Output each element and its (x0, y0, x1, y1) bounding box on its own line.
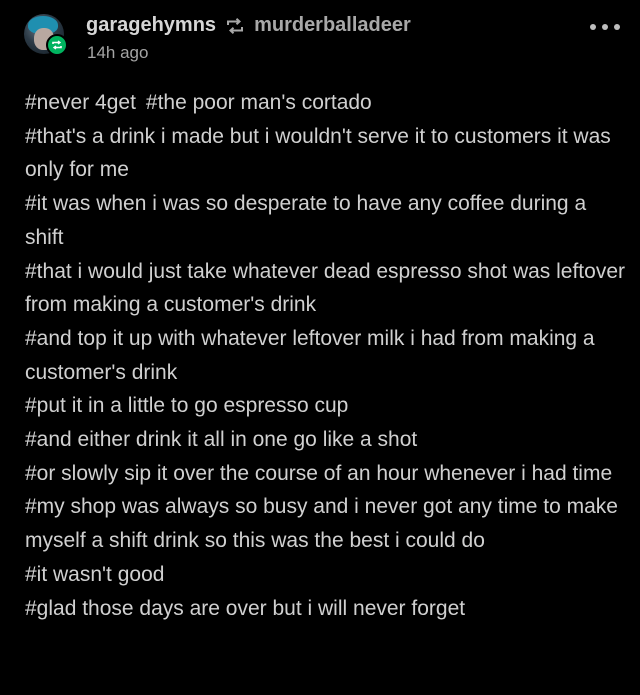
tag-link[interactable]: #that i would just take whatever dead es… (25, 255, 625, 322)
tag-link[interactable]: #my shop was always so busy and i never … (25, 490, 625, 557)
reblog-badge-icon (46, 34, 68, 56)
tags-row-1: #never 4get #the poor man's cortado (25, 86, 625, 120)
name-row: garagehymns murderballadeer (86, 14, 411, 37)
post-timestamp[interactable]: 14h ago (87, 43, 148, 63)
tag-link[interactable]: #or slowly sip it over the course of an … (25, 457, 625, 491)
author-link[interactable]: garagehymns (86, 14, 216, 37)
post-header: garagehymns murderballadeer 14h ago (24, 12, 620, 68)
tag-link[interactable]: #it wasn't good (25, 558, 625, 592)
post-card: garagehymns murderballadeer 14h ago #nev… (0, 0, 640, 695)
tag-link[interactable]: #the poor man's cortado (146, 91, 372, 114)
reblog-icon (224, 16, 246, 36)
tag-link[interactable]: #and either drink it all in one go like … (25, 423, 625, 457)
more-horizontal-icon[interactable] (590, 18, 620, 36)
reblogged-from-link[interactable]: murderballadeer (254, 14, 411, 37)
post-tags: #never 4get #the poor man's cortado #that… (25, 86, 625, 625)
dot (602, 24, 608, 30)
dot (614, 24, 620, 30)
tag-link[interactable]: #it was when i was so desperate to have … (25, 187, 625, 254)
tag-link[interactable]: #that's a drink i made but i wouldn't se… (25, 120, 625, 187)
tag-link[interactable]: #glad those days are over but i will nev… (25, 592, 625, 626)
dot (590, 24, 596, 30)
tag-link[interactable]: #put it in a little to go espresso cup (25, 389, 625, 423)
tag-link[interactable]: #never 4get (25, 91, 136, 114)
tag-link[interactable]: #and top it up with whatever leftover mi… (25, 322, 625, 389)
